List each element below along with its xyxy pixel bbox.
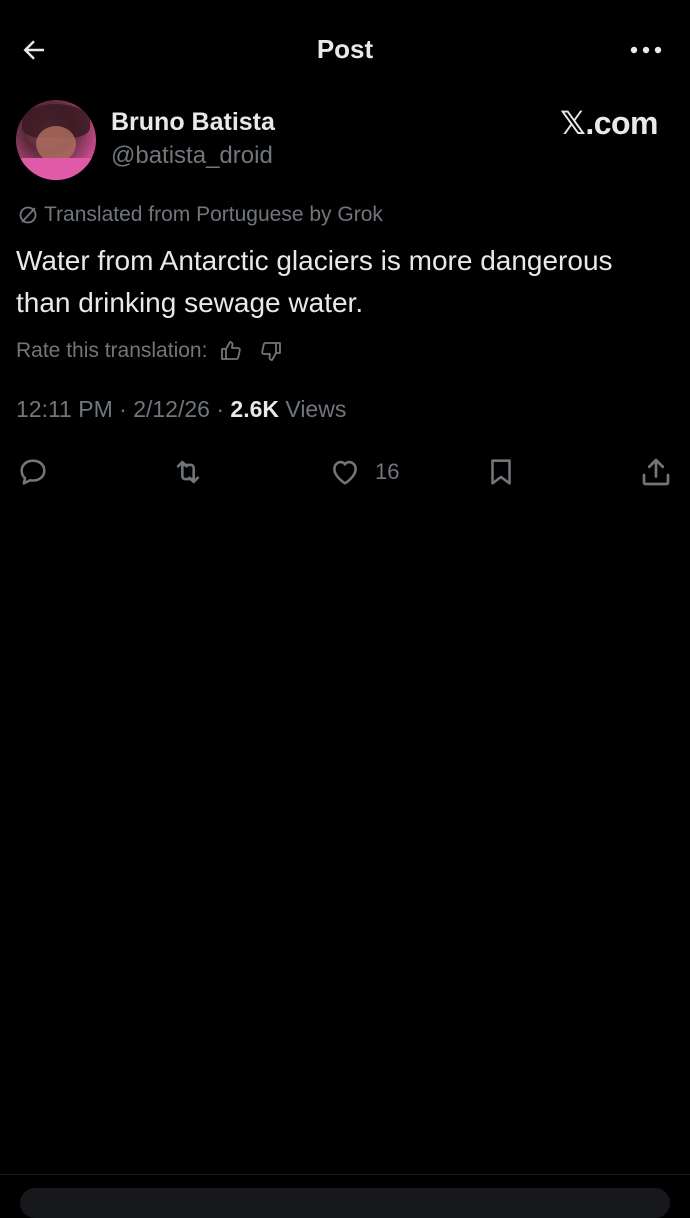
page-title: Post bbox=[316, 34, 374, 64]
post-text: Water from Antarctic glaciers is more da… bbox=[16, 245, 613, 318]
repost-button[interactable] bbox=[170, 448, 206, 496]
avatar[interactable] bbox=[16, 100, 96, 180]
reply-composer-bar[interactable] bbox=[20, 1188, 670, 1218]
like-count: 16 bbox=[375, 459, 400, 484]
rate-translation-label: Rate this translation: bbox=[16, 339, 208, 362]
thumbs-up-icon bbox=[221, 341, 242, 360]
reply-button[interactable] bbox=[16, 448, 50, 496]
views-label: Views bbox=[285, 396, 347, 422]
thumbs-up-button[interactable] bbox=[215, 335, 247, 367]
avatar-shirt bbox=[16, 158, 96, 180]
thumbs-down-button[interactable] bbox=[255, 335, 287, 367]
post-date: 2/12/26 bbox=[133, 396, 210, 422]
more-horizontal-icon bbox=[630, 46, 662, 54]
x-watermark: 𝕏.com bbox=[560, 105, 658, 141]
share-icon bbox=[642, 458, 670, 486]
top-bar: Post bbox=[0, 0, 690, 100]
translation-notice-text: Translated from Portuguese by Grok bbox=[44, 203, 383, 226]
more-options-button[interactable] bbox=[626, 32, 666, 68]
author-handle[interactable]: @batista_droid bbox=[111, 142, 273, 170]
share-button[interactable] bbox=[638, 448, 674, 496]
repost-icon bbox=[176, 460, 200, 484]
action-bar: 16 bbox=[0, 448, 690, 496]
bookmark-icon bbox=[491, 459, 511, 485]
reply-icon bbox=[20, 459, 46, 485]
rate-translation: Rate this translation: bbox=[16, 335, 287, 367]
thumbs-down-icon bbox=[261, 342, 282, 361]
meta-separator: · bbox=[216, 396, 231, 422]
post-time: 12:11 PM bbox=[16, 396, 113, 422]
bookmark-button[interactable] bbox=[484, 448, 518, 496]
grok-icon bbox=[16, 203, 40, 227]
meta-separator: · bbox=[119, 396, 134, 422]
views-count[interactable]: 2.6K bbox=[230, 396, 279, 422]
heart-icon bbox=[333, 460, 357, 485]
bottom-divider bbox=[0, 1174, 690, 1175]
author-name[interactable]: Bruno Batista bbox=[111, 108, 275, 137]
translation-notice: Translated from Portuguese by Grok bbox=[16, 203, 383, 227]
post-meta: 12:11 PM · 2/12/26 · 2.6K Views bbox=[16, 396, 346, 423]
avatar-face bbox=[36, 126, 76, 162]
like-button[interactable]: 16 bbox=[327, 448, 399, 496]
